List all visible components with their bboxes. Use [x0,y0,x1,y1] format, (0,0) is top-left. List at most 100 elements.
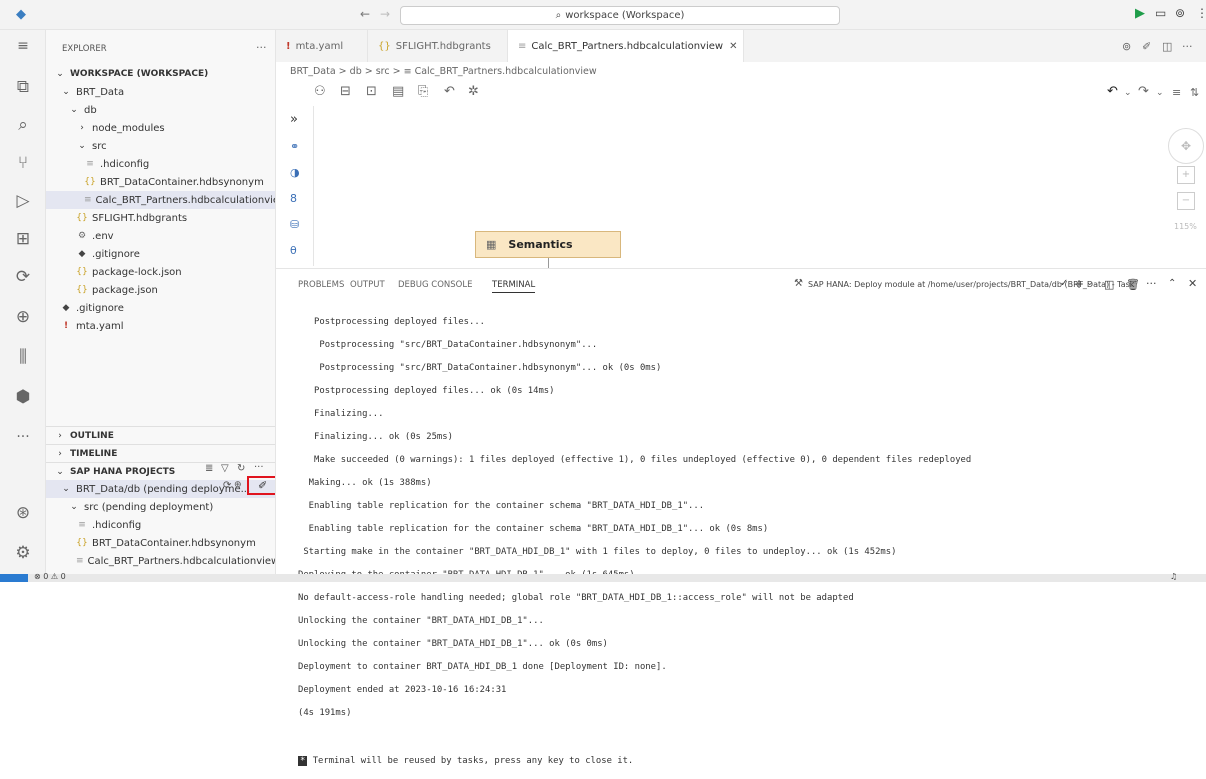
hana-more-icon[interactable]: ··· [254,462,264,473]
redo-icon[interactable]: ↷ [1138,84,1149,99]
undo-dropdown-icon[interactable]: ⌄ [1124,88,1132,98]
copy-icon[interactable]: ⎘ [418,84,428,99]
refresh-icon[interactable]: ↻ [237,463,245,474]
collapse-icon[interactable]: ≣ [205,463,213,474]
tree-item[interactable]: › node_modules [46,119,275,137]
pin-icon[interactable]: ✐ [1142,40,1151,53]
cube-icon[interactable]: ⬢ [12,386,34,408]
tab-output[interactable]: OUTPUT [350,280,385,290]
problems-count[interactable]: ⊗ 0 ⚠ 0 [34,572,66,581]
account-icon[interactable]: ⊛ [12,502,34,524]
terminal-line: Finalizing... [298,408,384,419]
tree-item[interactable]: ≡ .hdiconfig [46,155,275,173]
split-editor-icon[interactable]: ◫ [1162,40,1172,53]
hana-tree-item[interactable]: ⌄ src (pending deployment) [46,498,275,516]
tab-mta-yaml[interactable]: ! mta.yaml [276,30,368,63]
hana-tree-item[interactable]: ≡ .hdiconfig [46,516,275,534]
filter-icon[interactable]: ▽ [221,463,229,474]
split-terminal-icon[interactable]: ◫ [1104,278,1114,291]
debug-icon[interactable]: ✲ [468,84,479,99]
projection-icon[interactable]: ⛁ [290,218,299,231]
chevron-right-icon: › [58,430,62,441]
auto-layout-icon[interactable]: ↶ [444,84,455,99]
properties-icon[interactable]: ⇅ [1190,86,1199,99]
hana-tree-item[interactable]: {} BRT_DataContainer.hdbsynonym [46,534,275,552]
format-icon[interactable]: ≡ [1172,86,1181,99]
explorer-icon[interactable]: ⧉ [12,76,34,98]
nonequi-join-icon[interactable]: ◑ [290,166,300,179]
source-control-icon[interactable]: ⑂ [12,152,34,174]
run-icon[interactable]: ▶ [1135,6,1145,21]
search-text: workspace (Workspace) [565,10,685,21]
tree-item[interactable]: {} BRT_DataContainer.hdbsynonym [46,173,275,191]
aggregation-icon[interactable]: θ [290,244,297,257]
help-circle-icon[interactable]: ⊚ [1122,40,1131,53]
remote-indicator[interactable] [0,574,28,582]
tree-item[interactable]: ! mta.yaml [46,317,275,335]
tab-problems[interactable]: PROBLEMS [298,280,344,290]
zoom-out-button[interactable]: − [1177,192,1195,210]
tabs-more-icon[interactable]: ··· [1182,40,1193,53]
settings-gear-icon[interactable]: ⚙ [12,542,34,564]
collapse-node-icon[interactable]: ⊡ [366,84,377,99]
close-panel-icon[interactable]: ✕ [1188,277,1197,290]
semantics-node[interactable]: ▦ Semantics [475,231,621,258]
bind-icon[interactable]: ⊕ [234,480,242,490]
outline-section[interactable]: › OUTLINE [46,426,275,444]
panel-more-icon[interactable]: ··· [1146,277,1157,290]
task-icon: ⚒ [794,278,803,289]
new-terminal-icon[interactable]: + [1074,277,1084,291]
tree-item[interactable]: ⌄ db [46,101,275,119]
tree-item[interactable]: ◆ .gitignore [46,299,275,317]
deploy-rocket-icon[interactable]: ✐ [258,479,267,492]
notifications-icon[interactable]: ♫ [1170,572,1177,581]
redo-dropdown-icon[interactable]: ⌄ [1156,88,1164,98]
back-arrow-icon[interactable]: ← [360,7,370,21]
run-debug-icon[interactable]: ▷ [12,190,34,212]
extra-icon[interactable]: ⋮ [1196,6,1206,20]
trash-icon[interactable]: 🗑 [1126,278,1140,291]
close-icon[interactable]: ✕ [729,41,737,52]
tree-item[interactable]: {} package.json [46,281,275,299]
tree-item[interactable]: ⌄ BRT_Data [46,83,275,101]
more-icon[interactable]: ··· [12,426,34,448]
join-icon[interactable]: ⚭ [290,140,299,153]
menu-icon[interactable]: ≡ [12,35,34,57]
expand-palette-icon[interactable]: » [290,112,298,127]
forward-arrow-icon[interactable]: → [380,7,390,21]
tree-item[interactable]: {} package-lock.json [46,263,275,281]
remote-icon[interactable]: ⟳ [12,266,34,288]
expand-icon[interactable]: ⊟ [340,84,351,99]
undo-icon[interactable]: ↶ [1107,84,1118,99]
hana-tree-item[interactable]: ≡ Calc_BRT_Partners.hdbcalculationview [46,552,275,570]
tree-item[interactable]: ⌄ src [46,137,275,155]
delete-icon[interactable]: ▤ [392,84,404,99]
terminal-dropdown-icon[interactable]: ⌄ [1086,278,1094,288]
union-icon[interactable]: 8 [290,192,297,205]
help-icon[interactable]: ⊚ [1175,6,1185,20]
timeline-section[interactable]: › TIMELINE [46,444,275,462]
tree-item[interactable]: ◆ .gitignore [46,245,275,263]
library-icon[interactable]: ⫼ [12,346,34,368]
tab-debug-console[interactable]: DEBUG CONSOLE [398,280,472,290]
tab-calc-view[interactable]: ≡ Calc_BRT_Partners.hdbcalculationview ✕ [508,30,744,63]
tree-item[interactable]: {} SFLIGHT.hdbgrants [46,209,275,227]
pan-control[interactable]: ✥ [1168,128,1204,164]
hierarchy-icon[interactable]: ⚇ [314,84,326,99]
terminal-output[interactable]: Postprocessing deployed files... Postpro… [298,305,1198,779]
terminal-asterisk-badge: * [298,756,308,766]
layout-icon[interactable]: ▭ [1155,6,1166,20]
tree-item[interactable]: ⚙ .env [46,227,275,245]
tab-terminal[interactable]: TERMINAL [492,280,536,293]
search-activity-icon[interactable]: ⌕ [12,114,34,136]
tree-item-selected[interactable]: ≡ Calc_BRT_Partners.hdbcalculationview [46,191,275,209]
extensions-icon[interactable]: ⊞ [12,228,34,250]
tab-sflight-grants[interactable]: {} SFLIGHT.hdbgrants [368,30,508,63]
maximize-panel-icon[interactable]: ⌃ [1168,278,1176,289]
command-search-input[interactable]: ⌕ workspace (Workspace) [400,6,840,25]
refresh-deploy-icon[interactable]: ⟳ [223,480,231,491]
zoom-in-button[interactable]: + [1177,166,1195,184]
deploy-icon[interactable]: ⊕ [12,306,34,328]
workspace-header[interactable]: ⌄ WORKSPACE (WORKSPACE) [46,65,275,83]
explorer-more-icon[interactable]: ··· [256,41,267,54]
